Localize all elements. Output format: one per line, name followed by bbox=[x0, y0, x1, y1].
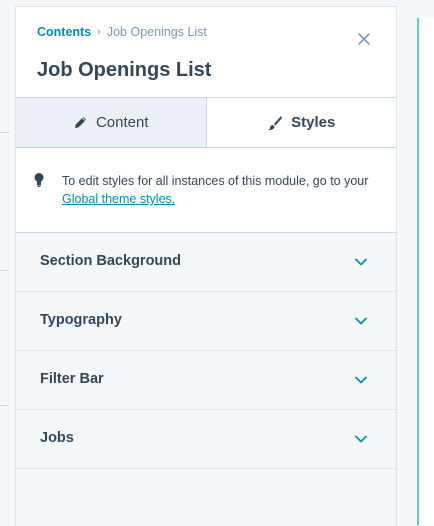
module-editor-panel: Contents › Job Openings List Job Opening… bbox=[15, 6, 397, 526]
tab-bar: Content Styles bbox=[16, 98, 396, 148]
section-label: Typography bbox=[40, 312, 122, 328]
global-theme-styles-link[interactable]: Global theme styles. bbox=[62, 192, 175, 206]
divider bbox=[0, 405, 9, 406]
divider bbox=[0, 132, 9, 133]
section-background-accordion[interactable]: Section Background bbox=[16, 233, 396, 292]
jobs-accordion[interactable]: Jobs bbox=[16, 410, 396, 469]
preview-area bbox=[396, 0, 434, 525]
filter-bar-accordion[interactable]: Filter Bar bbox=[16, 351, 396, 410]
left-canvas-edge bbox=[0, 0, 16, 525]
tab-content-label: Content bbox=[95, 114, 149, 131]
tab-styles-label: Styles bbox=[291, 114, 336, 131]
divider bbox=[0, 270, 9, 271]
chevron-down-icon bbox=[355, 317, 367, 325]
tab-styles[interactable]: Styles bbox=[206, 98, 396, 147]
chevron-down-icon bbox=[355, 258, 367, 266]
preview-card bbox=[417, 18, 434, 525]
typography-accordion[interactable]: Typography bbox=[16, 292, 396, 351]
close-button[interactable] bbox=[354, 29, 374, 49]
close-icon bbox=[358, 33, 370, 45]
section-label: Section Background bbox=[40, 253, 181, 269]
brush-icon bbox=[268, 115, 283, 130]
section-label: Jobs bbox=[40, 430, 74, 446]
panel-header: Contents › Job Openings List Job Opening… bbox=[16, 7, 396, 98]
breadcrumb-contents-link[interactable]: Contents bbox=[37, 25, 91, 39]
lightbulb-icon bbox=[34, 173, 44, 187]
pencil-icon bbox=[74, 116, 87, 129]
section-label: Filter Bar bbox=[40, 371, 104, 387]
breadcrumb: Contents › Job Openings List bbox=[37, 25, 207, 39]
page-title: Job Openings List bbox=[37, 59, 212, 81]
global-styles-notice: To edit styles for all instances of this… bbox=[16, 148, 396, 233]
breadcrumb-separator: › bbox=[97, 26, 101, 38]
chevron-down-icon bbox=[355, 435, 367, 443]
notice-text: To edit styles for all instances of this… bbox=[62, 174, 369, 188]
tab-content[interactable]: Content bbox=[16, 98, 207, 147]
chevron-down-icon bbox=[355, 376, 367, 384]
breadcrumb-current: Job Openings List bbox=[106, 25, 207, 39]
